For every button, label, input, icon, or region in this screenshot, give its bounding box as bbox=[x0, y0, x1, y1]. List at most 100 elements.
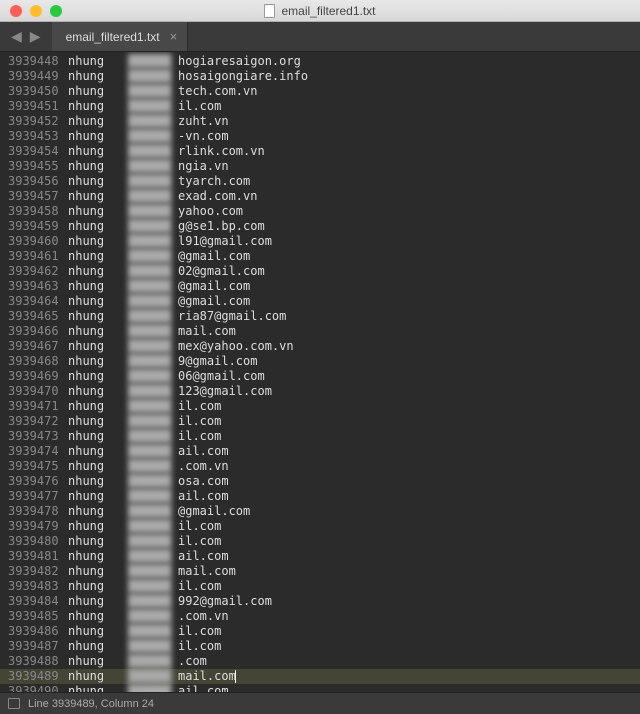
cell-col2-redacted: ██████ bbox=[128, 84, 178, 99]
line-number: 3939448 bbox=[8, 54, 68, 69]
cell-col1: nhung bbox=[68, 504, 128, 519]
editor-line[interactable]: 3939469nhung██████06@gmail.com bbox=[0, 369, 640, 384]
editor-line[interactable]: 3939449nhung██████hosaigongiare.info bbox=[0, 69, 640, 84]
cell-col3: tech.com.vn bbox=[178, 84, 257, 99]
editor-line[interactable]: 3939487nhung██████il.com bbox=[0, 639, 640, 654]
editor[interactable]: 3939448nhung██████hogiaresaigon.org39394… bbox=[0, 52, 640, 692]
tab-active[interactable]: email_filtered1.txt × bbox=[52, 22, 189, 51]
cell-col1: nhung bbox=[68, 654, 128, 669]
editor-line[interactable]: 3939471nhung██████il.com bbox=[0, 399, 640, 414]
line-number: 3939488 bbox=[8, 654, 68, 669]
cell-col2-redacted: ██████ bbox=[128, 609, 178, 624]
status-bar: Line 3939489, Column 24 bbox=[0, 692, 640, 714]
line-number: 3939459 bbox=[8, 219, 68, 234]
editor-line[interactable]: 3939484nhung██████992@gmail.com bbox=[0, 594, 640, 609]
cell-col2-redacted: ██████ bbox=[128, 459, 178, 474]
cell-col2-redacted: ██████ bbox=[128, 594, 178, 609]
editor-line[interactable]: 3939453nhung██████-vn.com bbox=[0, 129, 640, 144]
cell-col3: exad.com.vn bbox=[178, 189, 257, 204]
cell-col1: nhung bbox=[68, 489, 128, 504]
cell-col1: nhung bbox=[68, 429, 128, 444]
editor-line[interactable]: 3939479nhung██████il.com bbox=[0, 519, 640, 534]
editor-line[interactable]: 3939488nhung██████.com bbox=[0, 654, 640, 669]
window-title-text: email_filtered1.txt bbox=[281, 4, 375, 18]
editor-line[interactable]: 3939483nhung██████il.com bbox=[0, 579, 640, 594]
cell-col1: nhung bbox=[68, 624, 128, 639]
editor-line[interactable]: 3939459nhung██████g@se1.bp.com bbox=[0, 219, 640, 234]
editor-line[interactable]: 3939485nhung██████.com.vn bbox=[0, 609, 640, 624]
cell-col1: nhung bbox=[68, 534, 128, 549]
cell-col3: hogiaresaigon.org bbox=[178, 54, 301, 69]
editor-line[interactable]: 3939475nhung██████.com.vn bbox=[0, 459, 640, 474]
editor-line[interactable]: 3939482nhung██████mail.com bbox=[0, 564, 640, 579]
traffic-lights bbox=[0, 5, 62, 17]
editor-line[interactable]: 3939467nhung██████mex@yahoo.com.vn bbox=[0, 339, 640, 354]
editor-line[interactable]: 3939489nhung██████mail.com bbox=[0, 669, 640, 684]
editor-line[interactable]: 3939466nhung██████mail.com bbox=[0, 324, 640, 339]
editor-line[interactable]: 3939468nhung██████9@gmail.com bbox=[0, 354, 640, 369]
editor-line[interactable]: 3939455nhung██████ngia.vn bbox=[0, 159, 640, 174]
minimize-button[interactable] bbox=[30, 5, 42, 17]
editor-line[interactable]: 3939476nhung██████osa.com bbox=[0, 474, 640, 489]
cell-col1: nhung bbox=[68, 669, 128, 684]
nav-back-icon[interactable]: ◀ bbox=[8, 26, 25, 47]
cell-col1: nhung bbox=[68, 219, 128, 234]
line-number: 3939458 bbox=[8, 204, 68, 219]
cell-col2-redacted: ██████ bbox=[128, 639, 178, 654]
panel-icon[interactable] bbox=[8, 698, 20, 709]
cell-col3: ngia.vn bbox=[178, 159, 229, 174]
nav-forward-icon[interactable]: ▶ bbox=[27, 26, 44, 47]
cell-col2-redacted: ██████ bbox=[128, 219, 178, 234]
cell-col2-redacted: ██████ bbox=[128, 54, 178, 69]
line-number: 3939466 bbox=[8, 324, 68, 339]
editor-line[interactable]: 3939472nhung██████il.com bbox=[0, 414, 640, 429]
cell-col2-redacted: ██████ bbox=[128, 474, 178, 489]
line-number: 3939484 bbox=[8, 594, 68, 609]
editor-line[interactable]: 3939480nhung██████il.com bbox=[0, 534, 640, 549]
cell-col2-redacted: ██████ bbox=[128, 564, 178, 579]
tab-close-icon[interactable]: × bbox=[170, 29, 178, 44]
editor-line[interactable]: 3939462nhung██████02@gmail.com bbox=[0, 264, 640, 279]
maximize-button[interactable] bbox=[50, 5, 62, 17]
cell-col2-redacted: ██████ bbox=[128, 534, 178, 549]
cell-col1: nhung bbox=[68, 384, 128, 399]
editor-line[interactable]: 3939457nhung██████exad.com.vn bbox=[0, 189, 640, 204]
editor-line[interactable]: 3939458nhung██████yahoo.com bbox=[0, 204, 640, 219]
editor-line[interactable]: 3939470nhung██████123@gmail.com bbox=[0, 384, 640, 399]
editor-line[interactable]: 3939454nhung██████rlink.com.vn bbox=[0, 144, 640, 159]
cell-col1: nhung bbox=[68, 609, 128, 624]
editor-line[interactable]: 3939481nhung██████ail.com bbox=[0, 549, 640, 564]
cell-col3: .com.vn bbox=[178, 459, 229, 474]
editor-line[interactable]: 3939460nhung██████l91@gmail.com bbox=[0, 234, 640, 249]
editor-line[interactable]: 3939456nhung██████tyarch.com bbox=[0, 174, 640, 189]
editor-line[interactable]: 3939448nhung██████hogiaresaigon.org bbox=[0, 54, 640, 69]
editor-line[interactable]: 3939478nhung██████@gmail.com bbox=[0, 504, 640, 519]
line-number: 3939461 bbox=[8, 249, 68, 264]
line-number: 3939483 bbox=[8, 579, 68, 594]
editor-line[interactable]: 3939477nhung██████ail.com bbox=[0, 489, 640, 504]
editor-line[interactable]: 3939452nhung██████zuht.vn bbox=[0, 114, 640, 129]
editor-line[interactable]: 3939465nhung██████ria87@gmail.com bbox=[0, 309, 640, 324]
cell-col1: nhung bbox=[68, 279, 128, 294]
editor-line[interactable]: 3939486nhung██████il.com bbox=[0, 624, 640, 639]
cell-col3: tyarch.com bbox=[178, 174, 250, 189]
editor-line[interactable]: 3939461nhung██████@gmail.com bbox=[0, 249, 640, 264]
editor-line[interactable]: 3939464nhung██████@gmail.com bbox=[0, 294, 640, 309]
line-number: 3939457 bbox=[8, 189, 68, 204]
cell-col2-redacted: ██████ bbox=[128, 99, 178, 114]
editor-line[interactable]: 3939490nhung██████ail.com bbox=[0, 684, 640, 692]
cell-col2-redacted: ██████ bbox=[128, 294, 178, 309]
line-number: 3939472 bbox=[8, 414, 68, 429]
cell-col3: ail.com bbox=[178, 549, 229, 564]
editor-line[interactable]: 3939451nhung██████il.com bbox=[0, 99, 640, 114]
editor-line[interactable]: 3939450nhung██████tech.com.vn bbox=[0, 84, 640, 99]
cell-col1: nhung bbox=[68, 684, 128, 692]
close-button[interactable] bbox=[10, 5, 22, 17]
line-number: 3939451 bbox=[8, 99, 68, 114]
editor-line[interactable]: 3939463nhung██████@gmail.com bbox=[0, 279, 640, 294]
cell-col3: 9@gmail.com bbox=[178, 354, 257, 369]
cell-col3: ail.com bbox=[178, 444, 229, 459]
editor-line[interactable]: 3939473nhung██████il.com bbox=[0, 429, 640, 444]
cell-col2-redacted: ██████ bbox=[128, 324, 178, 339]
editor-line[interactable]: 3939474nhung██████ail.com bbox=[0, 444, 640, 459]
